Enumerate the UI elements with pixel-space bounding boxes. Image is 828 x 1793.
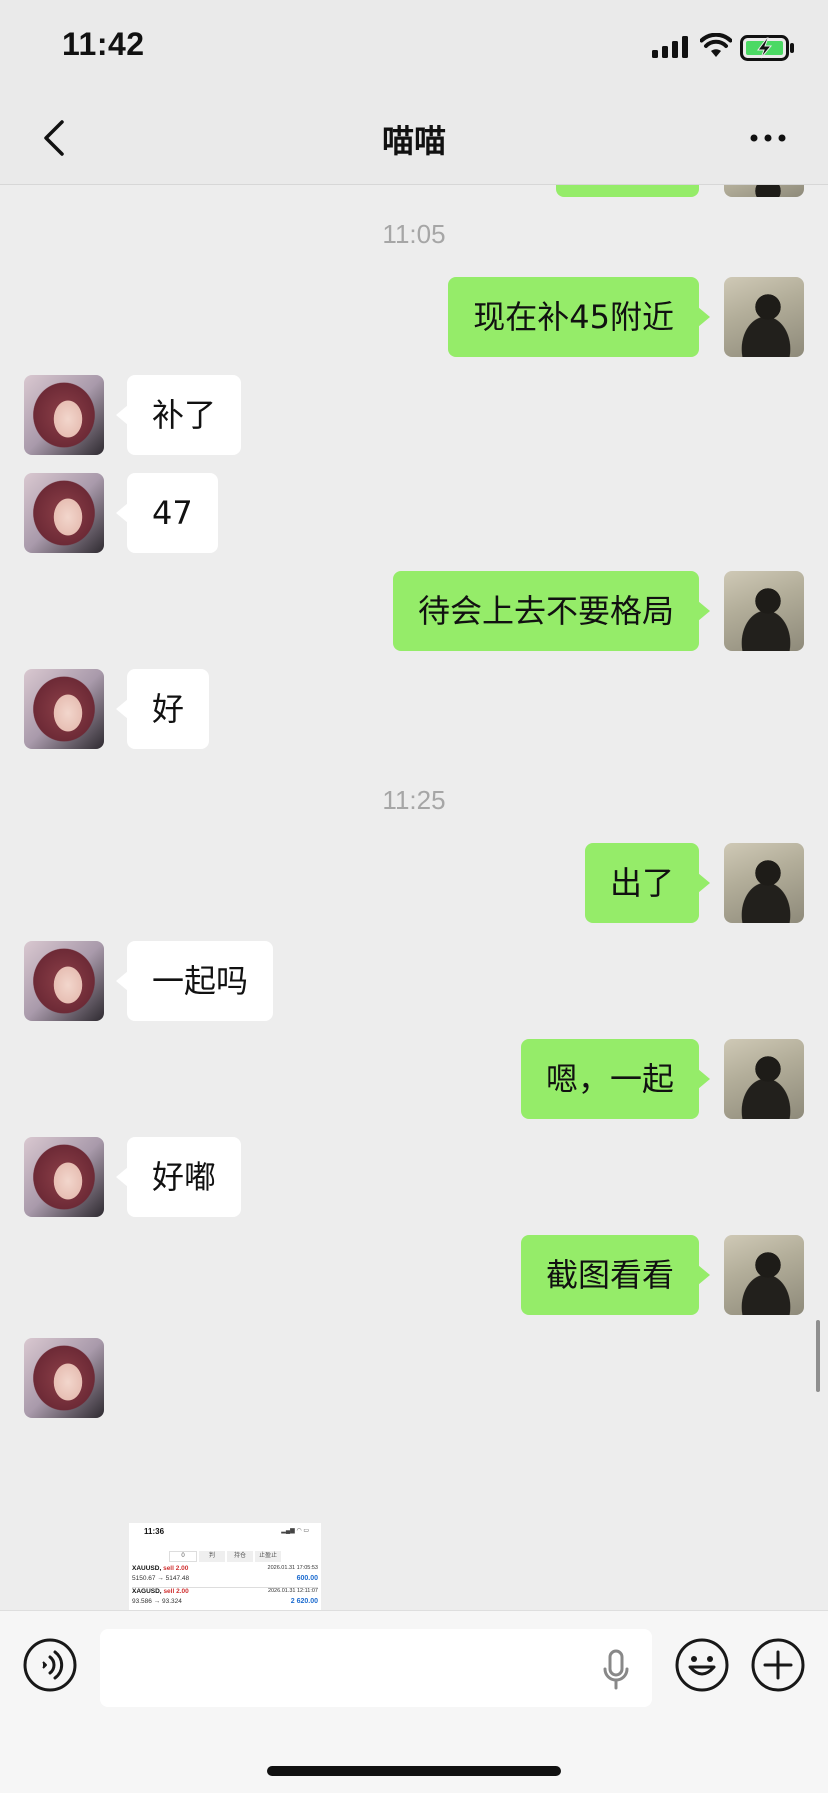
trade-date: 2026.01.31 12:11:07	[267, 1588, 318, 1594]
microphone-icon[interactable]	[602, 1649, 630, 1691]
scroll-indicator[interactable]	[816, 1320, 820, 1392]
contact-avatar[interactable]	[24, 473, 104, 553]
message-input[interactable]	[100, 1629, 652, 1707]
trade-prices: 5150.67 → 5147.48	[132, 1575, 190, 1582]
timestamp: 11:25	[382, 785, 446, 815]
thumbnail-trade-row: XAGUSD, sell 2.00 93.586 → 93.324 2026.0…	[132, 1588, 318, 1610]
contact-avatar[interactable]	[24, 669, 104, 749]
trade-side: sell 2.00	[163, 1588, 189, 1595]
thumbnail-tabs: 0 判 持仓 止盈止	[169, 1551, 281, 1562]
status-time: 11:42	[62, 26, 145, 62]
timestamp: 11:05	[382, 219, 446, 249]
trade-date: 2026.01.31 17:05:53	[267, 1565, 318, 1571]
home-indicator[interactable]	[267, 1766, 561, 1776]
trade-symbol: XAGUSD,	[132, 1588, 162, 1595]
voice-icon[interactable]	[22, 1637, 78, 1693]
message-bubble-incoming[interactable]: 好	[115, 669, 210, 749]
message-bubble-incoming[interactable]: 补了	[115, 375, 242, 455]
my-avatar[interactable]	[724, 277, 804, 357]
my-avatar[interactable]	[724, 843, 804, 923]
status-bar: 11:42	[0, 0, 828, 92]
battery-charging-icon	[740, 35, 794, 61]
thumbnail-tab: 止盈止	[255, 1551, 281, 1562]
message-bubble-outgoing[interactable]: 截图看看	[520, 1235, 711, 1315]
trade-prices: 93.586 → 93.324	[132, 1598, 182, 1605]
trade-profit: 600.00	[296, 1575, 318, 1582]
wifi-icon	[700, 33, 732, 57]
my-avatar[interactable]	[724, 185, 804, 197]
my-avatar[interactable]	[724, 571, 804, 651]
message-bubble-incoming[interactable]: 47	[116, 473, 218, 553]
plus-icon[interactable]	[750, 1637, 806, 1693]
partial-message-bubble[interactable]	[556, 185, 699, 197]
message-bubble-incoming[interactable]: 一起吗	[115, 941, 274, 1021]
message-bubble-outgoing[interactable]: 待会上去不要格局	[392, 571, 711, 651]
chat-title: 喵喵	[381, 122, 446, 160]
emoji-icon[interactable]	[674, 1637, 730, 1693]
chat-header: 喵喵	[0, 92, 828, 185]
message-list[interactable]: 11:05 现在补45附近 补了 47 待会上去不要格局 好 11:25 出了 …	[0, 185, 828, 1610]
message-bubble-incoming[interactable]: 好嘟	[115, 1137, 242, 1217]
thumbnail-time: 11:36	[144, 1527, 165, 1536]
thumbnail-trade-row: XAUUSD, sell 2.00 5150.67 → 5147.48 2026…	[132, 1565, 318, 1588]
contact-avatar[interactable]	[24, 941, 104, 1021]
signal-icon	[652, 36, 688, 58]
thumbnail-tab: 0	[169, 1551, 197, 1562]
more-dots-icon[interactable]	[748, 130, 788, 146]
trade-profit: 2 620.00	[290, 1598, 318, 1605]
contact-avatar[interactable]	[24, 1137, 104, 1217]
message-bubble-outgoing[interactable]: 出了	[584, 843, 711, 923]
trade-symbol: XAUUSD,	[132, 1565, 162, 1572]
thumbnail-tab: 判	[199, 1551, 225, 1562]
image-message-thumbnail[interactable]: 11:36 ▂▄▆ ◠ ▭ 0 判 持仓 止盈止 XAUUSD, sell 2.…	[129, 1523, 321, 1610]
thumbnail-tab: 持仓	[227, 1551, 253, 1562]
contact-avatar[interactable]	[24, 375, 104, 455]
contact-avatar[interactable]	[24, 1338, 104, 1418]
thumbnail-status-icons: ▂▄▆ ◠ ▭	[281, 1528, 309, 1534]
message-bubble-outgoing[interactable]: 嗯，一起	[520, 1039, 711, 1119]
my-avatar[interactable]	[724, 1235, 804, 1315]
trade-side: sell 2.00	[163, 1565, 189, 1572]
message-bubble-outgoing[interactable]: 现在补45附近	[448, 277, 710, 357]
my-avatar[interactable]	[724, 1039, 804, 1119]
